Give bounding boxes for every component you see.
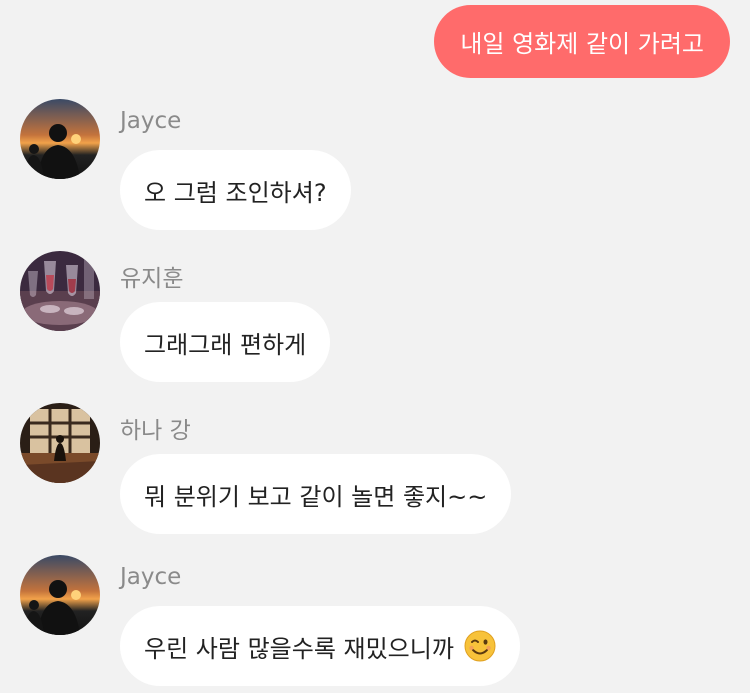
sender-name: 하나 강 [120, 418, 191, 444]
sender-name: Jayce [120, 108, 182, 134]
message-text: 내일 영화제 같이 가려고 [460, 30, 704, 58]
sunset-silhouette-avatar[interactable] [20, 555, 100, 635]
sender-name: 유지훈 [120, 266, 184, 292]
window-silhouette-avatar[interactable] [20, 403, 100, 483]
sunset-silhouette-avatar[interactable] [20, 99, 100, 179]
message-text: 뭐 분위기 보고 같이 놀면 좋지~~ [144, 482, 488, 511]
incoming-message-bubble[interactable]: 그래그래 편하게 [120, 302, 331, 382]
outgoing-message-bubble[interactable]: 내일 영화제 같이 가려고 [434, 5, 730, 78]
message-text: 오 그럼 조인하셔? [144, 178, 327, 207]
incoming-message-bubble[interactable]: 우린 사람 많을수록 재밌으니까 [120, 606, 520, 686]
chat-thread: 내일 영화제 같이 가려고 Jayce 오 그럼 조인하셔? 유지훈 그래그래 … [0, 0, 750, 693]
message-text: 그래그래 편하게 [144, 330, 307, 359]
incoming-message-bubble[interactable]: 오 그럼 조인하셔? [120, 150, 351, 230]
sender-name: Jayce [120, 564, 182, 590]
wine-glasses-avatar[interactable] [20, 251, 100, 331]
message-text: 우린 사람 많을수록 재밌으니까 [144, 634, 454, 663]
winking-face-icon [464, 630, 496, 662]
incoming-message-bubble[interactable]: 뭐 분위기 보고 같이 놀면 좋지~~ [120, 454, 512, 534]
